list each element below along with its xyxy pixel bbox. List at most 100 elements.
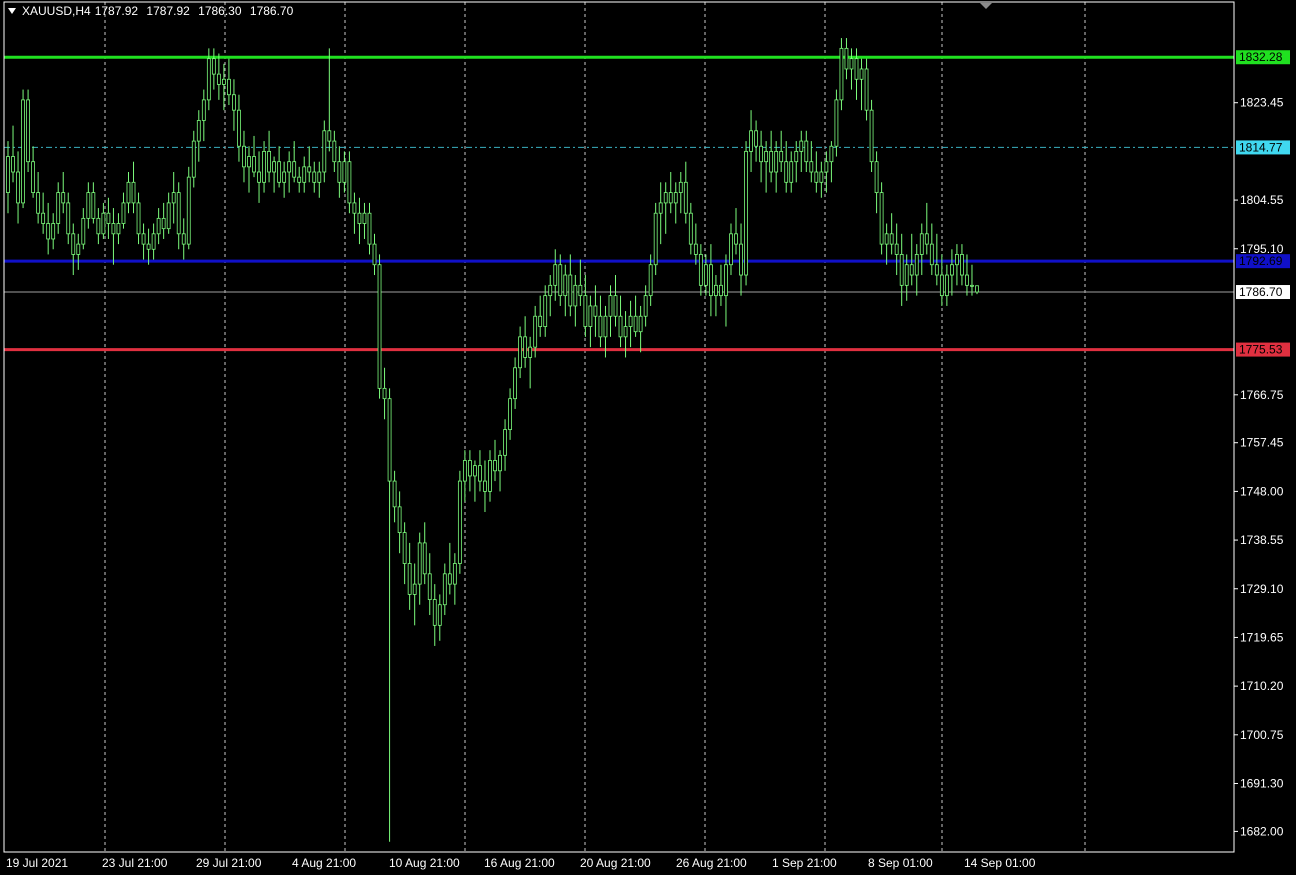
symbol-timeframe: XAUUSD,H4: [22, 4, 91, 18]
candle-body: [382, 387, 387, 400]
candle-body: [66, 202, 71, 235]
candle-body: [824, 161, 829, 173]
candle-body: [804, 140, 809, 163]
y-tick-label: 1719.65: [1240, 630, 1284, 644]
y-tick-label: 1748.00: [1240, 484, 1284, 498]
candle-body: [533, 315, 538, 348]
candle-body: [36, 192, 41, 214]
x-tick-label: 20 Aug 21:00: [580, 856, 651, 870]
y-tick-label: 1691.30: [1240, 776, 1284, 790]
close-value: 1786.70: [249, 4, 294, 18]
x-tick-label: 16 Aug 21:00: [484, 856, 555, 870]
candle-body: [588, 305, 593, 327]
candle-body: [538, 315, 543, 327]
candle-body: [503, 429, 507, 456]
candle-body: [176, 192, 181, 235]
candle-body: [618, 315, 623, 338]
candle-body: [427, 573, 432, 600]
candle-body: [754, 130, 758, 147]
candle-body: [934, 264, 939, 276]
candle-body: [442, 573, 447, 606]
candle-body: [206, 58, 211, 101]
candle-body: [191, 140, 196, 178]
price-chart[interactable]: 1823.451804.551795.101766.751757.451748.…: [0, 0, 1296, 875]
candle-body: [809, 161, 814, 173]
candle-body: [769, 150, 774, 173]
candle-body: [352, 202, 357, 214]
candle-body: [613, 295, 618, 317]
candle-body: [683, 181, 688, 214]
candle-body: [513, 367, 517, 400]
candle-body: [924, 233, 929, 245]
candle-body: [884, 233, 889, 245]
candle-body: [698, 254, 703, 286]
candle-body: [774, 150, 779, 173]
candle-body: [387, 398, 392, 482]
candle-body: [914, 254, 919, 276]
candle-body: [327, 130, 332, 142]
candle-body: [719, 284, 723, 297]
candle-body: [131, 181, 136, 204]
candle-body: [688, 212, 693, 245]
ohlc-values: 1787.92 1787.92 1786.30 1786.70: [95, 4, 299, 18]
candle-body: [196, 120, 201, 142]
candle-body: [473, 465, 477, 477]
time-axis: 19 Jul 2021 23 Jul 21:00 29 Jul 21:00 4 Aug…: [6, 856, 1036, 870]
candle-body: [518, 336, 523, 369]
x-tick-label: 14 Sep 01:00: [964, 856, 1036, 870]
high-value: 1787.92: [146, 4, 190, 18]
chart-background: [0, 0, 1296, 875]
candle-body: [242, 145, 246, 168]
candle-body: [347, 161, 352, 204]
candle-body: [603, 315, 608, 338]
candle-body: [648, 264, 653, 297]
candle-body: [422, 542, 427, 575]
candle-body: [357, 212, 362, 224]
candle-body: [337, 161, 342, 183]
candle-body: [106, 212, 111, 224]
candle-body: [829, 145, 834, 163]
candle-body: [633, 315, 638, 333]
candle-body: [628, 315, 633, 327]
candle-body: [764, 150, 769, 163]
y-tick-label: 1738.55: [1240, 533, 1284, 547]
candle-body: [156, 217, 161, 235]
candle-body: [91, 192, 96, 219]
candle-body: [949, 264, 954, 276]
candle-body: [377, 264, 382, 389]
y-tick-label: 1823.45: [1240, 96, 1284, 110]
candle-body: [578, 284, 583, 297]
chevron-down-icon[interactable]: [8, 8, 16, 14]
candle-body: [729, 233, 733, 266]
candle-body: [593, 305, 598, 317]
candle-body: [724, 264, 728, 297]
candle-body: [342, 161, 347, 183]
y-tick-label: 1682.00: [1240, 824, 1284, 838]
candle-body: [623, 326, 628, 338]
x-tick-label: 26 Aug 21:00: [676, 856, 747, 870]
candle-body: [859, 68, 864, 80]
candle-body: [232, 94, 236, 111]
candle-body: [889, 233, 894, 245]
candle-body: [307, 166, 312, 173]
candle-body: [678, 181, 683, 194]
chart-header: XAUUSD,H4 1787.92 1787.92 1786.30 1786.7…: [8, 4, 298, 18]
candle-body: [407, 563, 412, 595]
candle-body: [126, 181, 131, 204]
x-tick-label: 29 Jul 21:00: [196, 856, 262, 870]
candle-body: [849, 58, 854, 70]
candle-body: [528, 346, 533, 358]
candle-body: [944, 274, 949, 297]
candle-body: [894, 243, 899, 255]
candle-body: [447, 573, 452, 585]
candle-body: [46, 223, 51, 240]
candle-body: [252, 156, 256, 173]
candle-body: [734, 233, 738, 245]
candle-body: [854, 58, 859, 80]
candle-body: [955, 254, 959, 266]
candle-body: [287, 161, 292, 173]
candle-body: [819, 171, 824, 183]
candle-body: [412, 583, 417, 595]
candle-body: [121, 202, 126, 224]
candle-body: [151, 233, 156, 250]
